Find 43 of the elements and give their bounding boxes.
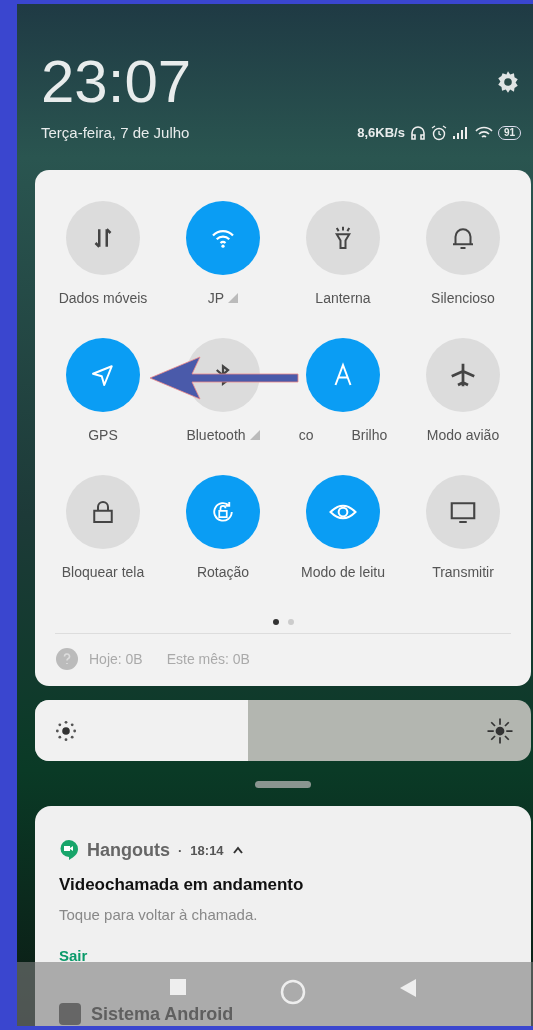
exit-link[interactable]: Sair <box>59 947 88 964</box>
toggle-label: Bluetooth <box>186 426 246 444</box>
toggle-label: co <box>298 426 314 444</box>
caret-up-icon[interactable] <box>231 845 244 855</box>
sun-icon <box>53 718 79 744</box>
app-name: Hangouts <box>87 839 170 861</box>
alarm-clock-icon <box>430 124 447 141</box>
page-indicator-dot[interactable] <box>272 619 279 625</box>
square-icon[interactable] <box>169 978 187 996</box>
toggle-label: GPS <box>88 426 118 444</box>
toggle-label: Brilho <box>351 426 388 444</box>
drag-handle[interactable] <box>255 781 311 788</box>
signal-icon <box>451 125 470 140</box>
toggle-label: Rotação <box>196 563 250 581</box>
notification-title: Videochamada em andamento <box>59 875 305 895</box>
notification-text: Toque para voltar à chamada. <box>59 906 259 923</box>
toggle-label: Silencioso <box>431 289 495 307</box>
triangle-icon[interactable] <box>399 978 417 998</box>
toggle-label: Transmitir <box>432 563 494 581</box>
clock: 23:07 <box>41 50 192 114</box>
data-usage-month: Este mês: 0B <box>166 651 250 667</box>
sun-icon <box>485 716 515 746</box>
headphones-icon <box>409 124 426 141</box>
date-text: Terça-feira, 7 de Julho <box>41 124 190 141</box>
app-icon <box>59 1003 81 1025</box>
wifi-icon <box>474 125 493 140</box>
settings-icon[interactable] <box>495 69 521 95</box>
toggle-label: Modo avião <box>426 426 500 444</box>
chat-bubble-icon <box>59 839 79 861</box>
brightness-slider[interactable] <box>35 700 531 761</box>
separator-dot: · <box>178 842 183 858</box>
help-icon <box>55 647 79 671</box>
toggle-label: Modo de leitu <box>300 563 386 581</box>
data-usage-today: Hoje: 0B <box>89 651 143 667</box>
toggle-label: Lanterna <box>315 289 371 307</box>
app-name: Sistema Android <box>91 1004 234 1024</box>
page-indicator-dot[interactable] <box>287 619 294 625</box>
toggle-label: Bloquear tela <box>61 563 145 581</box>
circle-icon[interactable] <box>279 978 307 1006</box>
toggle-label: Dados móveis <box>58 289 148 307</box>
toggle-label: JP <box>207 289 225 307</box>
notification-time: 18:14 <box>190 842 224 858</box>
network-speed: 8,6KB/s <box>357 125 405 140</box>
